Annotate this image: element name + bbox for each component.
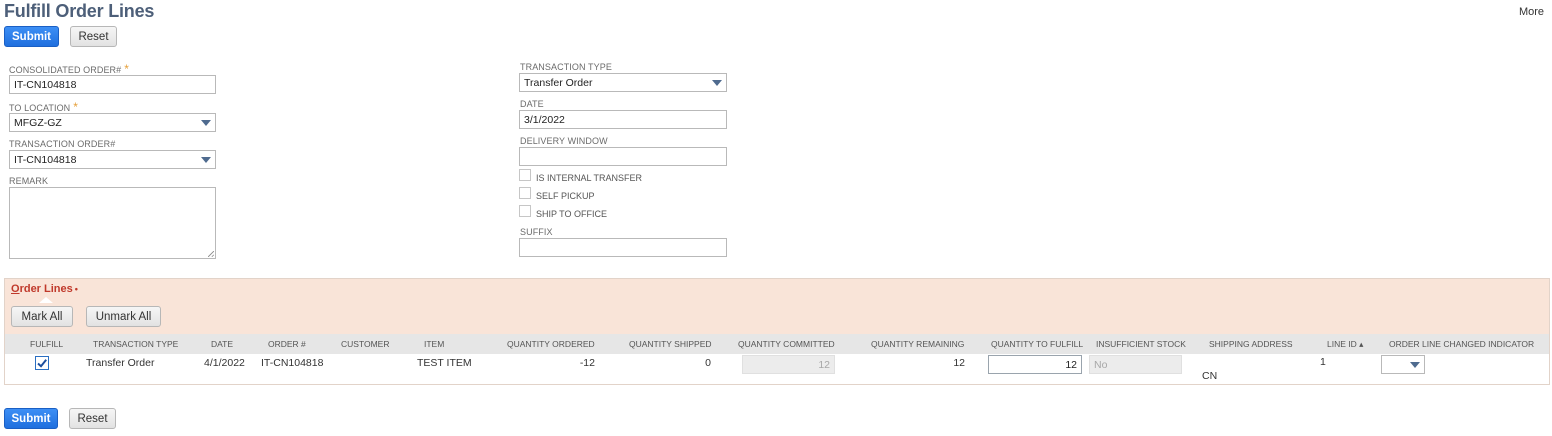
- column-header-shipping-address[interactable]: SHIPPING ADDRESS: [1209, 339, 1293, 349]
- cell-qty-remaining: 12: [953, 357, 965, 369]
- column-header-date[interactable]: DATE: [211, 339, 233, 349]
- sublist-header: Order Lines • Mark All Unmark All: [5, 279, 1549, 334]
- resize-grip-icon[interactable]: [208, 251, 214, 257]
- suffix-field[interactable]: [519, 238, 727, 257]
- cell-date: 4/1/2022: [204, 357, 245, 369]
- transaction-type-value: Transfer Order: [524, 77, 593, 89]
- transaction-order-value: IT-CN104818: [14, 154, 77, 166]
- cell-qty-ordered: -12: [579, 357, 595, 369]
- page-title: Fulfill Order Lines: [4, 1, 155, 21]
- cell-insufficient-stock: No: [1089, 355, 1182, 374]
- chevron-down-icon: [201, 157, 211, 163]
- tab-order-lines[interactable]: Order Lines •: [11, 283, 78, 295]
- to-location-select[interactable]: MFGZ-GZ: [9, 113, 216, 132]
- column-header-qty-ordered[interactable]: QUANTITY ORDERED: [507, 339, 595, 349]
- chevron-down-icon: [201, 120, 211, 126]
- column-header-line-id[interactable]: LINE ID ▴: [1327, 339, 1363, 350]
- column-header-customer[interactable]: CUSTOMER: [341, 339, 390, 349]
- mark-all-button[interactable]: Mark All: [11, 306, 73, 327]
- cell-shipping-address: CN: [1202, 370, 1218, 382]
- cell-item[interactable]: TEST ITEM: [417, 357, 472, 369]
- ship-to-office-label: SHIP TO OFFICE: [536, 209, 608, 219]
- column-header-qty-remaining[interactable]: QUANTITY REMAINING: [871, 339, 964, 349]
- is-internal-transfer-label: IS INTERNAL TRANSFER: [536, 173, 643, 183]
- changed-indicator-select[interactable]: [1381, 355, 1425, 374]
- column-header-item[interactable]: ITEM: [424, 339, 444, 349]
- reset-button[interactable]: Reset: [70, 26, 117, 47]
- self-pickup-checkbox[interactable]: [519, 187, 531, 199]
- delivery-window-field[interactable]: [519, 147, 727, 166]
- column-header-fulfill[interactable]: FULFILL: [30, 339, 63, 349]
- suffix-label: SUFFIX: [520, 227, 553, 237]
- required-marker: •: [74, 284, 78, 294]
- consolidated-order-field[interactable]: IT-CN104818: [9, 75, 216, 94]
- checkmark-icon: [37, 359, 47, 368]
- submit-button[interactable]: Submit: [4, 26, 59, 47]
- cell-line-id: 1: [1320, 356, 1326, 368]
- consolidated-order-label: CONSOLIDATED ORDER# *: [9, 62, 130, 76]
- required-marker: *: [73, 100, 79, 114]
- remark-textarea[interactable]: [9, 187, 216, 259]
- column-header-transaction-type[interactable]: TRANSACTION TYPE: [93, 339, 178, 349]
- column-header-insufficient-stock[interactable]: INSUFFICIENT STOCK: [1096, 339, 1186, 349]
- unmark-all-button[interactable]: Unmark All: [86, 306, 161, 327]
- table-header: FULFILL TRANSACTION TYPE DATE ORDER # CU…: [5, 334, 1549, 354]
- cell-order-no: IT-CN104818: [261, 357, 324, 369]
- order-lines-sublist: Order Lines • Mark All Unmark All FULFILL…: [4, 278, 1550, 385]
- fulfill-checkbox[interactable]: [35, 356, 49, 370]
- transaction-order-select[interactable]: IT-CN104818: [9, 150, 216, 169]
- cell-qty-committed: 12: [742, 355, 835, 374]
- ship-to-office-checkbox[interactable]: [519, 205, 531, 217]
- column-header-qty-to-fulfill[interactable]: QUANTITY TO FULFILL: [991, 339, 1083, 349]
- reset-button-bottom[interactable]: Reset: [69, 408, 116, 429]
- submit-button-bottom[interactable]: Submit: [4, 408, 58, 429]
- self-pickup-label: SELF PICKUP: [536, 191, 595, 201]
- remark-label: REMARK: [9, 176, 49, 186]
- transaction-order-label: TRANSACTION ORDER#: [9, 139, 116, 149]
- cell-transaction-type: Transfer Order: [86, 357, 155, 369]
- column-header-changed-indicator[interactable]: ORDER LINE CHANGED INDICATOR: [1389, 339, 1534, 349]
- delivery-window-label: DELIVERY WINDOW: [520, 136, 608, 146]
- qty-to-fulfill-input[interactable]: 12: [988, 355, 1082, 374]
- date-field[interactable]: 3/1/2022: [519, 110, 727, 129]
- transaction-type-select[interactable]: Transfer Order: [519, 73, 727, 92]
- is-internal-transfer-checkbox[interactable]: [519, 169, 531, 181]
- more-menu[interactable]: More: [1519, 6, 1544, 18]
- chevron-down-icon: [1410, 362, 1420, 368]
- column-header-qty-committed[interactable]: QUANTITY COMMITTED: [738, 339, 835, 349]
- required-marker: *: [124, 62, 130, 76]
- column-header-order-no[interactable]: ORDER #: [268, 339, 306, 349]
- cell-qty-shipped: 0: [705, 357, 711, 369]
- transaction-type-label: TRANSACTION TYPE: [520, 62, 612, 72]
- date-label: DATE: [520, 99, 544, 109]
- column-header-qty-shipped[interactable]: QUANTITY SHIPPED: [629, 339, 712, 349]
- chevron-down-icon: [712, 80, 722, 86]
- to-location-label: TO LOCATION *: [9, 100, 79, 114]
- tab-indicator-icon: [39, 297, 53, 303]
- to-location-value: MFGZ-GZ: [14, 117, 62, 129]
